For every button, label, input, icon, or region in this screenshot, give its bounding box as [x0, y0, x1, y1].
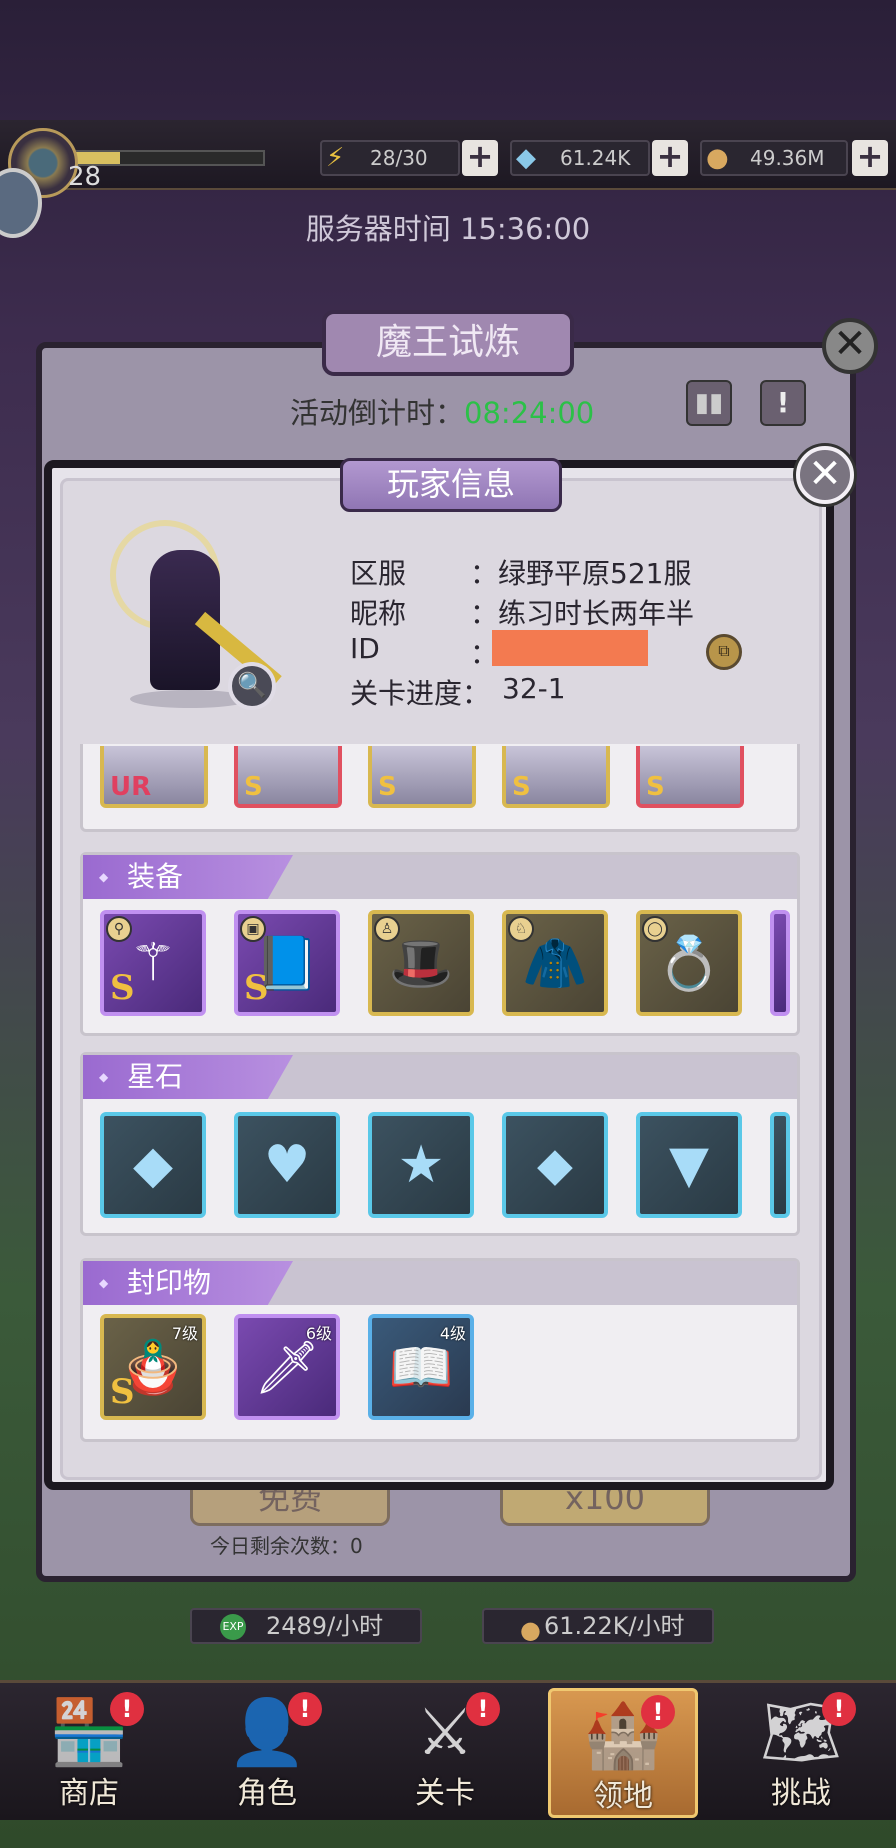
trial-title: 魔王试炼	[322, 310, 574, 376]
gem-resource: ◆ 61.24K +	[510, 140, 688, 176]
hero-rarity: S	[244, 772, 263, 802]
hero-card[interactable]: UR	[100, 746, 208, 808]
player-info-close-button[interactable]: ✕	[796, 446, 854, 504]
seal-level: 6级	[305, 1324, 332, 1343]
add-gems-button[interactable]: +	[652, 140, 688, 176]
exp-rate-value: 2489/小时	[266, 1612, 384, 1640]
equipment-type-icon: ♙	[374, 916, 400, 942]
exp-icon: EXP	[220, 1614, 246, 1640]
field-label: 区服	[350, 557, 407, 590]
rarity-label: S	[244, 968, 269, 1008]
seal-slot[interactable]: 📖 4级	[368, 1314, 474, 1420]
square-gem-icon: ◆	[133, 1135, 173, 1195]
equipment-slot[interactable]: 📘 ▣ S	[234, 910, 340, 1016]
field-value: ：绿野平原521服	[470, 557, 692, 590]
remaining-attempts: 今日剩余次数：0	[210, 1534, 363, 1558]
exp-rate: EXP 2489/小时	[190, 1608, 422, 1644]
energy-value: 28/30	[370, 146, 428, 170]
hero-card[interactable]: S	[636, 746, 744, 808]
equipment-title: 装备	[83, 855, 293, 899]
hero-card[interactable]: S	[234, 746, 342, 808]
nav-shop[interactable]: 🏪 商店!	[14, 1688, 164, 1818]
countdown: 活动倒计时：08:24:00	[290, 390, 594, 432]
starstone-slot[interactable]: ★	[368, 1112, 474, 1218]
field-nickname: 昵称 ：练习时长两年半	[350, 592, 694, 632]
seal-slot[interactable]: 🪆 7级 S	[100, 1314, 206, 1420]
seal-title: 封印物	[83, 1261, 293, 1305]
field-progress: 关卡进度： 32-1	[350, 672, 566, 712]
gold-coin-icon: ●	[706, 143, 729, 173]
player-info-title: 玩家信息	[340, 458, 562, 512]
hero-card[interactable]: S	[502, 746, 610, 808]
energy-resource: ⚡ 28/30 +	[320, 140, 498, 176]
seal-level: 4级	[439, 1324, 466, 1343]
copy-id-icon[interactable]: ⧉	[706, 634, 742, 670]
hero-rarity: S	[646, 772, 665, 802]
star-gem-icon: ★	[397, 1135, 445, 1195]
rarity-label: S	[110, 1372, 135, 1412]
alert-badge-icon: !	[641, 1695, 675, 1729]
starstone-title: 星石	[83, 1055, 293, 1099]
trial-close-button[interactable]: ✕	[822, 318, 878, 374]
nav-challenge[interactable]: 🗺 挑战!	[726, 1688, 876, 1818]
starstone-slot[interactable]: ◆	[100, 1112, 206, 1218]
lightning-icon: ⚡	[326, 143, 345, 173]
triangle-gem-icon: ▼	[669, 1135, 709, 1195]
field-value: 32-1	[502, 672, 566, 705]
equipment-slot-partial[interactable]	[770, 910, 790, 1016]
alert-badge-icon: !	[466, 1692, 500, 1726]
id-redacted	[492, 630, 648, 666]
hero-rarity: UR	[110, 772, 152, 802]
nav-stage[interactable]: ⚔ 关卡!	[370, 1688, 520, 1818]
gold-coin-icon: ●	[520, 1616, 541, 1644]
magnify-icon[interactable]: 🔍	[228, 662, 276, 710]
heart-gem-icon: ♥	[263, 1135, 311, 1195]
gold-resource: ● 49.36M +	[700, 140, 888, 176]
equipment-slot[interactable]: ⚚ ⚲ S	[100, 910, 206, 1016]
starstone-slot[interactable]: ⬥	[502, 1112, 608, 1218]
equipment-type-icon: ♘	[508, 916, 534, 942]
equipment-slot[interactable]: 🎩 ♙	[368, 910, 474, 1016]
hero-card[interactable]: S	[368, 746, 476, 808]
seal-slot[interactable]: 🗡 6级	[234, 1314, 340, 1420]
server-time: 服务器时间 15:36:00	[305, 212, 591, 246]
starstone-slot[interactable]: ♥	[234, 1112, 340, 1218]
field-id: ID：	[350, 632, 498, 670]
add-gold-button[interactable]: +	[852, 140, 888, 176]
equipment-slot[interactable]: 💍 ◯	[636, 910, 742, 1016]
player-level: 28	[68, 162, 102, 192]
starstone-slot-partial[interactable]	[770, 1112, 790, 1218]
nav-territory[interactable]: 🏰 领地!	[548, 1688, 698, 1818]
field-server: 区服 ：绿野平原521服	[350, 552, 691, 592]
field-label: ID	[350, 632, 380, 665]
gem-value: 61.24K	[560, 146, 631, 170]
hero-rarity: S	[512, 772, 531, 802]
starstone-slot[interactable]: ▼	[636, 1112, 742, 1218]
info-button[interactable]: !	[760, 380, 806, 426]
alert-badge-icon: !	[288, 1692, 322, 1726]
gem-icon: ◆	[516, 143, 536, 173]
field-value: ：练习时长两年半	[470, 597, 695, 630]
equipment-slot[interactable]: 🧥 ♘	[502, 910, 608, 1016]
equipment-type-icon: ⚲	[106, 916, 132, 942]
seal-level: 7级	[171, 1324, 198, 1343]
equipment-type-icon: ▣	[240, 916, 266, 942]
field-label: 关卡进度：	[350, 677, 491, 710]
countdown-value: 08:24:00	[464, 396, 595, 430]
field-label: 昵称	[350, 597, 407, 630]
diamond-gem-icon: ⬥	[536, 1134, 574, 1195]
gold-rate: ● 61.22K/小时	[482, 1608, 714, 1644]
alert-badge-icon: !	[110, 1692, 144, 1726]
equipment-type-icon: ◯	[642, 916, 668, 942]
alert-badge-icon: !	[822, 1692, 856, 1726]
add-energy-button[interactable]: +	[462, 140, 498, 176]
gold-value: 49.36M	[750, 146, 825, 170]
rarity-label: S	[110, 968, 135, 1008]
ranking-button[interactable]: ▮▮	[686, 380, 732, 426]
gold-rate-value: 61.22K/小时	[544, 1612, 685, 1640]
hero-rarity: S	[378, 772, 397, 802]
countdown-label: 活动倒计时：	[290, 396, 465, 430]
nav-hero[interactable]: 👤 角色!	[192, 1688, 342, 1818]
